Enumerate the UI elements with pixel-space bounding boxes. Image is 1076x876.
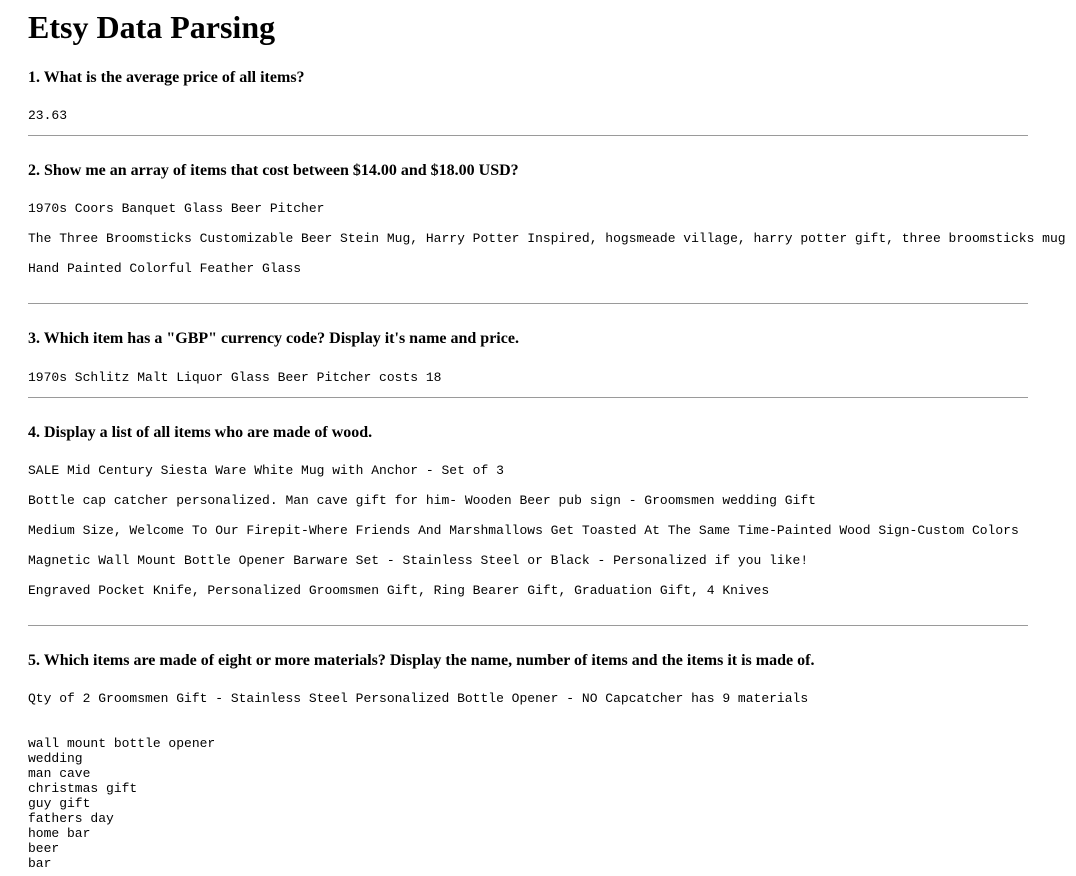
- question-2-item: Hand Painted Colorful Feather Glass: [28, 261, 302, 276]
- question-2-heading: 2. Show me an array of items that cost b…: [28, 162, 519, 179]
- material-item: christmas gift: [28, 781, 138, 796]
- divider-4: [28, 625, 1028, 626]
- material-item: wall mount bottle opener: [28, 736, 216, 751]
- question-5-answer: Qty of 2 Groomsmen Gift - Stainless Stee…: [28, 691, 809, 706]
- question-2-item: 1970s Coors Banquet Glass Beer Pitcher: [28, 201, 325, 216]
- question-4-item: Engraved Pocket Knife, Personalized Groo…: [28, 583, 770, 598]
- question-5-heading: 5. Which items are made of eight or more…: [28, 652, 815, 669]
- material-item: home bar: [28, 826, 91, 841]
- material-item: bar: [28, 856, 52, 871]
- divider-3: [28, 397, 1028, 398]
- material-item: guy gift: [28, 796, 91, 811]
- question-4-item: Bottle cap catcher personalized. Man cav…: [28, 493, 816, 508]
- divider-2: [28, 303, 1028, 304]
- page-title: Etsy Data Parsing: [28, 9, 276, 45]
- question-3-heading: 3. Which item has a "GBP" currency code?…: [28, 330, 519, 347]
- question-4-heading: 4. Display a list of all items who are m…: [28, 424, 373, 441]
- question-1-heading: 1. What is the average price of all item…: [28, 69, 305, 86]
- question-3-answer: 1970s Schlitz Malt Liquor Glass Beer Pit…: [28, 370, 442, 385]
- material-item: beer: [28, 841, 60, 856]
- divider-1: [28, 135, 1028, 136]
- question-4-item: SALE Mid Century Siesta Ware White Mug w…: [28, 463, 504, 478]
- question-1-answer: 23.63: [28, 108, 68, 123]
- question-4-item: Medium Size, Welcome To Our Firepit-Wher…: [28, 523, 1019, 538]
- question-2-item: The Three Broomsticks Customizable Beer …: [28, 231, 1066, 246]
- material-item: fathers day: [28, 811, 114, 826]
- material-item: man cave: [28, 766, 91, 781]
- material-item: wedding: [28, 751, 83, 766]
- question-4-item: Magnetic Wall Mount Bottle Opener Barwar…: [28, 553, 809, 568]
